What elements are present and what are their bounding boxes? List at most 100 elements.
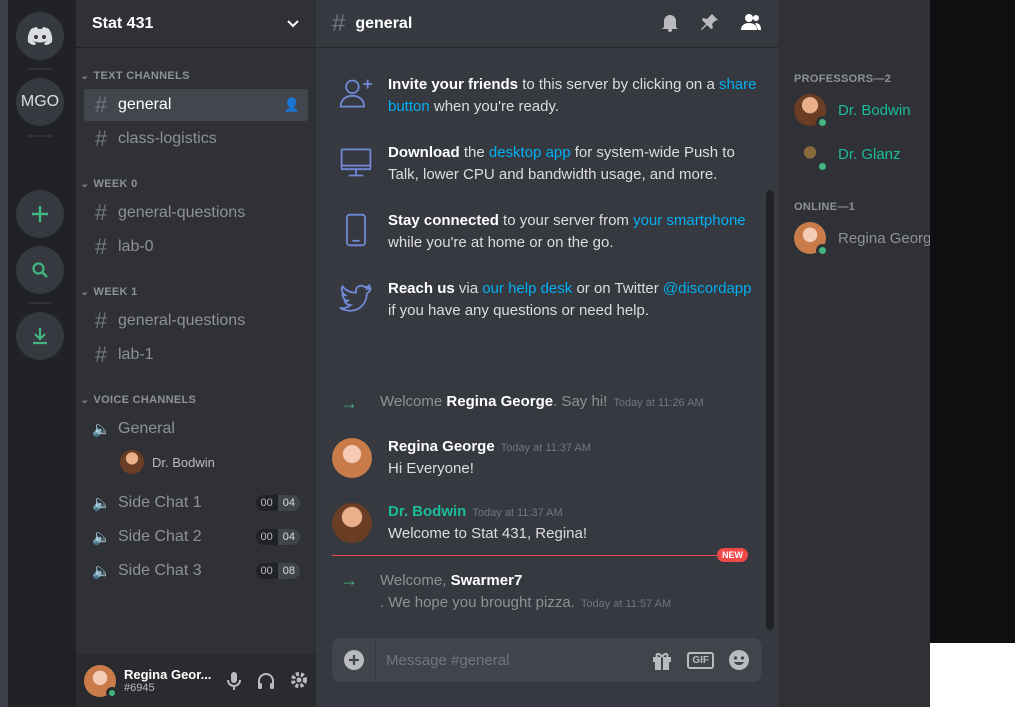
channel-general[interactable]: # general 👤 — [84, 89, 308, 121]
user-tag: #6945 — [124, 682, 155, 694]
server-icon-mgo[interactable]: MGO — [16, 78, 64, 126]
system-welcome-message: → Welcome Regina George. Say hi! Today at… — [340, 393, 704, 414]
channel-week0-general-questions[interactable]: # general-questions — [84, 197, 308, 229]
chat-scrollbar[interactable] — [766, 190, 774, 630]
voice-user-dr-bodwin[interactable]: Dr. Bodwin — [120, 450, 215, 474]
background-window-bottom — [930, 643, 1015, 707]
avatar — [794, 94, 829, 129]
member-name: Regina George — [838, 229, 930, 247]
speaker-icon: 🔈 — [92, 420, 111, 438]
avatar[interactable] — [332, 438, 372, 478]
category-voice-channels[interactable]: ⌄ VOICE CHANNELS — [80, 393, 196, 407]
channel-label: Side Chat 3 — [118, 562, 202, 579]
voice-channel-side-chat-1[interactable]: 🔈 Side Chat 1 00 04 — [84, 487, 308, 519]
user-avatar[interactable] — [84, 664, 118, 699]
headphones-icon[interactable] — [256, 671, 276, 691]
system-message-text: Welcome Regina George. Say hi! Today at 1… — [380, 393, 704, 410]
desktop-app-link[interactable]: desktop app — [489, 144, 571, 161]
smartphone-icon — [346, 213, 366, 247]
members-icon[interactable] — [740, 12, 762, 32]
category-text-channels[interactable]: ⌄ TEXT CHANNELS — [80, 69, 190, 83]
pin-icon[interactable] — [700, 12, 720, 32]
tip-invite: Invite your friends to this server by cl… — [338, 74, 758, 118]
category-week-1[interactable]: ⌄ WEEK 1 — [80, 285, 138, 299]
hash-icon: # — [94, 234, 108, 259]
hash-icon: # — [94, 126, 108, 151]
category-week-0[interactable]: ⌄ WEEK 0 — [80, 177, 138, 191]
message-regina: Regina George Today at 11:37 AM Hi Everyo… — [332, 438, 591, 478]
channel-week1-general-questions[interactable]: # general-questions — [84, 305, 308, 337]
add-server-button[interactable] — [16, 190, 64, 238]
chevron-down-icon — [287, 19, 299, 27]
tip-text: when you're ready. — [429, 98, 560, 115]
tip-bold: Invite your friends — [388, 76, 519, 93]
channel-lab-1[interactable]: # lab-1 — [84, 339, 308, 371]
avatar — [794, 222, 829, 257]
emoji-icon[interactable] — [728, 649, 750, 671]
message-author[interactable]: Dr. Bodwin — [388, 503, 466, 520]
composer-icons: GIF — [651, 649, 762, 671]
twitter-icon — [339, 283, 372, 312]
download-apps-button[interactable] — [16, 312, 64, 360]
tip-text: or on Twitter — [572, 280, 663, 297]
background-window — [930, 0, 1015, 643]
channel-label: general-questions — [118, 312, 246, 329]
discord-home-button[interactable] — [16, 12, 64, 60]
header-toolbar — [660, 12, 762, 32]
chat-area: # general Invite your friends to this se… — [316, 0, 922, 707]
server-header[interactable]: Stat 431 — [76, 0, 316, 48]
voice-channel-general[interactable]: 🔈 General — [84, 413, 308, 445]
message-author[interactable]: Regina George — [388, 438, 495, 455]
gear-icon[interactable] — [290, 671, 308, 689]
new-messages-divider: NEW — [332, 548, 748, 562]
tip-bold: Stay connected — [388, 212, 499, 229]
timestamp: Today at 11:26 AM — [613, 397, 704, 409]
speaker-icon: 🔈 — [92, 494, 111, 512]
member-name: Dr. Bodwin — [838, 101, 911, 119]
channel-lab-0[interactable]: # lab-0 — [84, 231, 308, 263]
welcome-suffix: . Say hi! — [553, 393, 608, 410]
hash-icon: # — [94, 92, 108, 117]
message-text: Hi Everyone! — [388, 460, 474, 477]
voice-channel-side-chat-3[interactable]: 🔈 Side Chat 3 00 08 — [84, 555, 308, 587]
member-dr-glanz[interactable]: Dr. Glanz — [794, 138, 901, 173]
tip-connected: Stay connected to your server from your … — [338, 210, 758, 254]
member-regina-george[interactable]: Regina George — [794, 222, 930, 257]
explore-servers-button[interactable] — [16, 246, 64, 294]
chevron-down-icon: ⌄ — [80, 286, 90, 298]
gif-button[interactable]: GIF — [687, 651, 714, 669]
tip-text: to this server by clicking on a — [518, 76, 719, 93]
microphone-icon[interactable] — [226, 671, 242, 691]
member-dr-bodwin[interactable]: Dr. Bodwin — [794, 94, 911, 129]
welcome-username[interactable]: Swarmer7 — [451, 572, 523, 589]
tip-text: the — [459, 144, 489, 161]
avatar[interactable] — [332, 503, 372, 543]
window-edge — [0, 0, 8, 707]
online-status-icon — [816, 160, 829, 173]
gift-icon[interactable] — [651, 649, 673, 671]
voice-channel-side-chat-2[interactable]: 🔈 Side Chat 2 00 04 — [84, 521, 308, 553]
message-input[interactable] — [376, 651, 652, 669]
plus-circle-icon — [343, 650, 364, 670]
bell-icon[interactable] — [660, 12, 680, 32]
smartphone-link[interactable]: your smartphone — [633, 212, 746, 229]
server-abbrev: MGO — [20, 93, 60, 110]
message-composer: GIF — [332, 638, 762, 682]
help-desk-link[interactable]: our help desk — [482, 280, 572, 297]
welcome-username[interactable]: Regina George — [446, 393, 553, 410]
user-controls — [226, 671, 308, 691]
channel-label: general — [118, 96, 172, 113]
category-label: WEEK 0 — [93, 177, 138, 190]
upload-button[interactable] — [332, 638, 376, 682]
channel-label: class-logistics — [118, 130, 217, 147]
channel-label: general-questions — [118, 204, 246, 221]
members-category-professors: PROFESSORS—2 — [794, 73, 892, 85]
channel-class-logistics[interactable]: # class-logistics — [84, 123, 308, 155]
invite-user-icon[interactable]: 👤 — [284, 97, 300, 113]
twitter-handle-link[interactable]: @discordapp — [663, 280, 752, 297]
tip-bold: Download — [388, 144, 460, 161]
user-count: 00 — [255, 563, 278, 579]
user-meta: Regina Geor... #6945 — [124, 667, 214, 694]
member-list: PROFESSORS—2 Dr. Bodwin Dr. Glanz ONLINE… — [778, 0, 930, 707]
discord-app: MGO Stat 431 ⌄ TEXT CHANNELS # general 👤 # c… — [8, 0, 930, 707]
